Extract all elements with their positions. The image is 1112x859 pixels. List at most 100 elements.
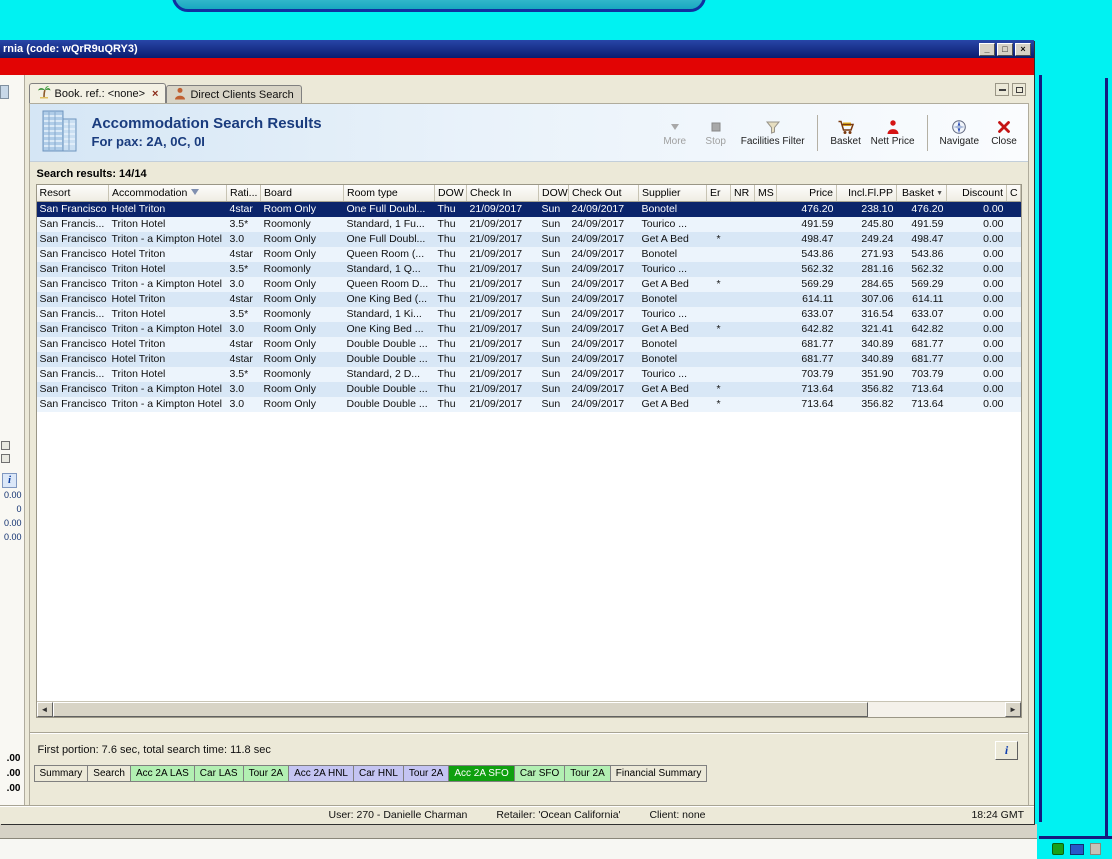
column-label: Board	[264, 187, 292, 199]
cell: 681.77	[897, 352, 947, 367]
maximize-button[interactable]: □	[997, 43, 1013, 56]
column-header-resort[interactable]: Resort	[37, 185, 109, 201]
toolbar-basket-button[interactable]: Basket	[830, 119, 862, 147]
cell: 713.64	[897, 397, 947, 412]
cell	[731, 217, 755, 232]
bottom-tab-summary[interactable]: Summary	[34, 765, 89, 782]
tab-booking-ref[interactable]: Book. ref.: <none> ×	[29, 83, 167, 103]
left-panel-button-icon[interactable]	[1, 441, 10, 450]
left-panel-button-icon[interactable]	[1, 454, 10, 463]
cell: Thu	[435, 292, 467, 307]
tray-green-icon[interactable]	[1052, 843, 1064, 855]
cell	[1007, 352, 1021, 367]
result-row[interactable]: San FranciscoTriton Hotel3.5*RoomonlySta…	[37, 262, 1021, 277]
column-header-room-type[interactable]: Room type	[344, 185, 435, 201]
result-row[interactable]: San FranciscoTriton - a Kimpton Hotel3.0…	[37, 232, 1021, 247]
result-row-selected[interactable]: San FranciscoHotel Triton4starRoom OnlyO…	[37, 201, 1021, 217]
column-header-rati[interactable]: Rati...	[227, 185, 261, 201]
result-row[interactable]: San Francis...Triton Hotel3.5*RoomonlySt…	[37, 217, 1021, 232]
toolbar-close-button[interactable]: Close	[988, 119, 1020, 147]
filter-funnel-icon[interactable]	[191, 189, 199, 195]
tab-close-icon[interactable]: ×	[152, 88, 158, 100]
tab-direct-clients-search[interactable]: Direct Clients Search	[166, 85, 301, 103]
bottom-tab-tour-2a[interactable]: Tour 2A	[244, 765, 289, 782]
bottom-tab-financial-summary[interactable]: Financial Summary	[611, 765, 708, 782]
bottom-tab-tour-2a[interactable]: Tour 2A	[404, 765, 449, 782]
column-header-price[interactable]: Price	[777, 185, 837, 201]
cell: 24/09/2017	[569, 307, 639, 322]
title-bar[interactable]: rnia (code: wQrR9uQRY3) _ □ ×	[0, 40, 1034, 58]
result-row[interactable]: San FranciscoHotel Triton4starRoom OnlyD…	[37, 352, 1021, 367]
result-row[interactable]: San FranciscoTriton - a Kimpton Hotel3.0…	[37, 322, 1021, 337]
close-window-button[interactable]: ×	[1015, 43, 1031, 56]
cell: Sun	[539, 232, 569, 247]
column-header-c[interactable]: C	[1007, 185, 1021, 201]
cell: 614.11	[897, 292, 947, 307]
column-header-dow[interactable]: DOW	[539, 185, 569, 201]
toolbar-stop-button[interactable]: Stop	[700, 119, 732, 147]
toolbar-facilities-filter-button[interactable]: Facilities Filter	[741, 119, 805, 147]
column-header-discount[interactable]: Discount	[947, 185, 1007, 201]
bottom-tab-car-sfo[interactable]: Car SFO	[515, 765, 565, 782]
result-row[interactable]: San FranciscoTriton - a Kimpton Hotel3.0…	[37, 397, 1021, 412]
result-row[interactable]: San FranciscoTriton - a Kimpton Hotel3.0…	[37, 382, 1021, 397]
column-header-basket[interactable]: Basket▼	[897, 185, 947, 201]
cell	[1007, 232, 1021, 247]
result-row[interactable]: San FranciscoTriton - a Kimpton Hotel3.0…	[37, 277, 1021, 292]
panel-restore-button[interactable]	[1012, 83, 1026, 96]
column-header-accommodation[interactable]: Accommodation	[109, 185, 227, 201]
cell: 491.59	[777, 217, 837, 232]
toolbar-navigate-button[interactable]: Navigate	[940, 119, 979, 147]
system-tray	[1052, 843, 1101, 855]
cell	[755, 352, 777, 367]
cell: Sun	[539, 277, 569, 292]
bottom-tab-acc-2a-sfo[interactable]: Acc 2A SFO	[449, 765, 514, 782]
result-row[interactable]: San FranciscoHotel Triton4starRoom OnlyQ…	[37, 247, 1021, 262]
minimize-button[interactable]: _	[979, 43, 995, 56]
column-header-dow[interactable]: DOW	[435, 185, 467, 201]
bottom-tab-tour-2a[interactable]: Tour 2A	[565, 765, 610, 782]
column-header-supplier[interactable]: Supplier	[639, 185, 707, 201]
bottom-tab-car-hnl[interactable]: Car HNL	[354, 765, 404, 782]
toolbar-more-button[interactable]: More	[659, 119, 691, 147]
cell: 0.00	[947, 352, 1007, 367]
column-header-board[interactable]: Board	[261, 185, 344, 201]
column-header-incl-fl-pp[interactable]: Incl.Fl.PP	[837, 185, 897, 201]
toolbar-nett-price-button[interactable]: Nett Price	[871, 119, 915, 147]
bottom-tab-acc-2a-hnl[interactable]: Acc 2A HNL	[289, 765, 354, 782]
results-table[interactable]: ResortAccommodationRati...Board Room type…	[37, 185, 1022, 412]
column-label: Incl.Fl.PP	[848, 187, 893, 199]
scrollbar-thumb[interactable]	[53, 702, 868, 717]
cell	[731, 292, 755, 307]
result-row[interactable]: San Francis...Triton Hotel3.5*RoomonlySt…	[37, 367, 1021, 382]
scrollbar-track[interactable]	[868, 702, 1006, 717]
bottom-tab-acc-2a-las[interactable]: Acc 2A LAS	[131, 765, 195, 782]
search-status-line: First portion: 7.6 sec, total search tim…	[30, 732, 1029, 765]
info-icon[interactable]: i	[2, 473, 17, 488]
column-header-er[interactable]: Er	[707, 185, 731, 201]
panel-minimize-button[interactable]	[995, 83, 1009, 96]
result-row[interactable]: San Francis...Triton Hotel3.5*RoomonlySt…	[37, 307, 1021, 322]
cell: 4star	[227, 337, 261, 352]
horizontal-scrollbar[interactable]: ◄ ►	[37, 701, 1022, 717]
column-label: Check Out	[572, 187, 622, 199]
column-header-nr[interactable]: NR	[731, 185, 755, 201]
tray-monitor-icon[interactable]	[1070, 844, 1084, 855]
left-panel-total-value: .00	[7, 766, 21, 781]
bottom-tab-search[interactable]: Search	[88, 765, 131, 782]
cell: 0.00	[947, 201, 1007, 217]
bottom-tab-car-las[interactable]: Car LAS	[195, 765, 244, 782]
column-header-check-out[interactable]: Check Out	[569, 185, 639, 201]
left-panel-total-value: .00	[7, 781, 21, 796]
toolbar-label: Facilities Filter	[741, 136, 805, 147]
scroll-right-icon[interactable]: ►	[1005, 702, 1021, 717]
result-row[interactable]: San FranciscoHotel Triton4starRoom OnlyO…	[37, 292, 1021, 307]
result-row[interactable]: San FranciscoHotel Triton4starRoom OnlyD…	[37, 337, 1021, 352]
column-header-ms[interactable]: MS	[755, 185, 777, 201]
info-button[interactable]: i	[995, 741, 1018, 760]
scroll-left-icon[interactable]: ◄	[37, 702, 53, 717]
nett-price-icon	[885, 119, 901, 136]
tray-gray-icon[interactable]	[1090, 843, 1101, 855]
column-header-check-in[interactable]: Check In	[467, 185, 539, 201]
left-panel-toolbar-icon[interactable]	[0, 85, 9, 99]
